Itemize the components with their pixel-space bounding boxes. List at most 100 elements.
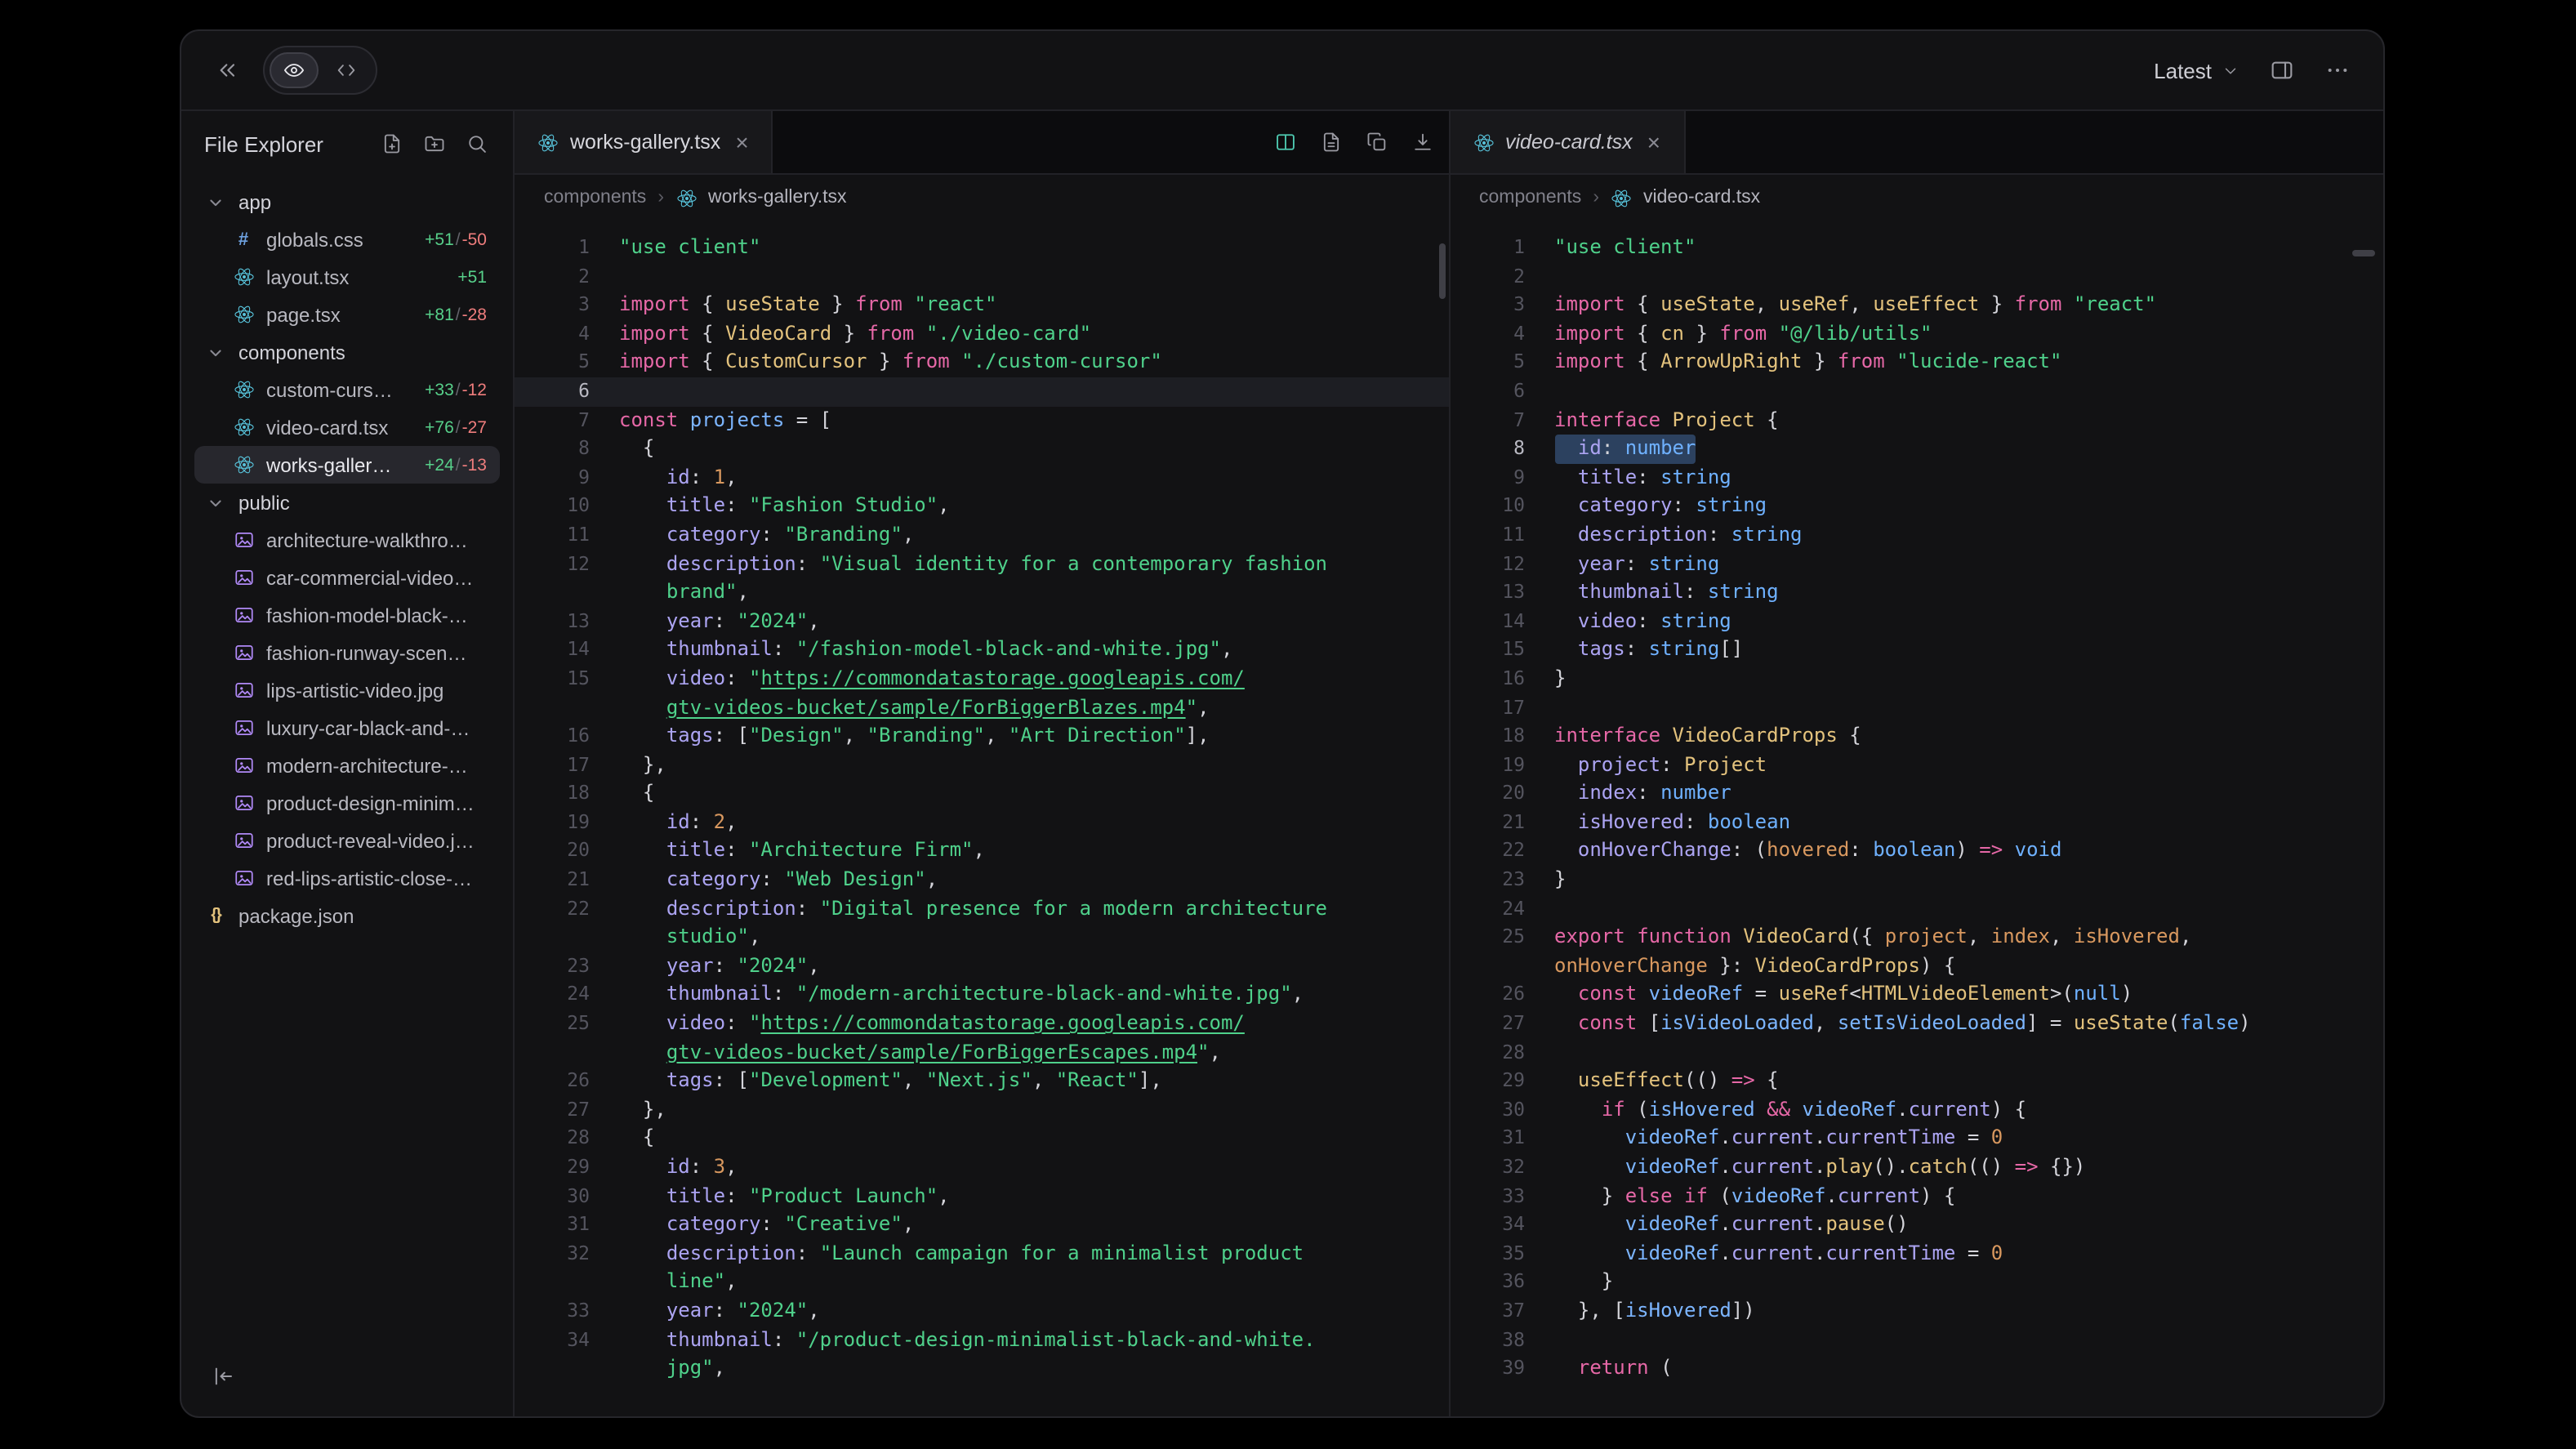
tree-item-car-commercial-video[interactable]: car-commercial-video… xyxy=(194,559,500,596)
tree-item-product-reveal-video-j[interactable]: product-reveal-video.j… xyxy=(194,822,500,859)
tree-item-architecture-walkthro[interactable]: architecture-walkthro… xyxy=(194,521,500,559)
code-line[interactable]: 15 video: "https://commondatastorage.goo… xyxy=(515,665,1448,693)
tree-item-page-tsx[interactable]: page.tsx+81/-28 xyxy=(194,296,500,333)
code-line[interactable]: gtv-videos-bucket/sample/ForBiggerBlazes… xyxy=(515,693,1448,722)
code-line[interactable]: 16 tags: ["Design", "Branding", "Art Dir… xyxy=(515,722,1448,751)
code-line[interactable]: 9 id: 1, xyxy=(515,464,1448,493)
tree-item-video-card-tsx[interactable]: video-card.tsx+76/-27 xyxy=(194,408,500,446)
code-line[interactable]: 22 onHoverChange: (hovered: boolean) => … xyxy=(1450,837,2383,866)
tree-item-luxury-car-black-and[interactable]: luxury-car-black-and-… xyxy=(194,709,500,747)
code-line[interactable]: 2 xyxy=(1450,262,2383,291)
code-line[interactable]: 17 }, xyxy=(515,751,1448,779)
code-line[interactable]: 22 description: "Digital presence for a … xyxy=(515,894,1448,923)
code-line[interactable]: 4import { VideoCard } from "./video-card… xyxy=(515,320,1448,349)
code-line[interactable]: 11 description: string xyxy=(1450,521,2383,550)
code-line[interactable]: 14 thumbnail: "/fashion-model-black-and-… xyxy=(515,636,1448,665)
tree-item-works-galler[interactable]: works-galler…+24/-13 xyxy=(194,446,500,484)
scrollbar-thumb[interactable] xyxy=(1438,243,1445,299)
code-line[interactable]: 26 const videoRef = useRef<HTMLVideoElem… xyxy=(1450,981,2383,1010)
code-line[interactable]: brand", xyxy=(515,578,1448,607)
code-line[interactable]: 24 xyxy=(1450,894,2383,923)
code-line[interactable]: line", xyxy=(515,1268,1448,1297)
tree-item-layout-tsx[interactable]: layout.tsx+51 xyxy=(194,258,500,296)
preview-eye-button[interactable] xyxy=(270,52,319,88)
code-line[interactable]: 31 videoRef.current.currentTime = 0 xyxy=(1450,1125,2383,1153)
file-diff-icon[interactable] xyxy=(1311,123,1350,162)
code-line[interactable]: 27 }, xyxy=(515,1096,1448,1125)
code-line[interactable]: 3import { useState } from "react" xyxy=(515,291,1448,319)
code-line[interactable]: 31 category: "Creative", xyxy=(515,1210,1448,1239)
code-line[interactable]: 6 xyxy=(1450,377,2383,406)
code-line[interactable]: onHoverChange }: VideoCardProps) { xyxy=(1450,952,2383,981)
code-line[interactable]: 15 tags: string[] xyxy=(1450,636,2383,665)
code-line[interactable]: 13 year: "2024", xyxy=(515,607,1448,635)
code-line[interactable]: 26 tags: ["Development", "Next.js", "Rea… xyxy=(515,1067,1448,1095)
new-folder-button[interactable] xyxy=(415,124,454,163)
tree-item-modern-architecture[interactable]: modern-architecture-… xyxy=(194,747,500,784)
code-line[interactable]: 18interface VideoCardProps { xyxy=(1450,722,2383,751)
code-line[interactable]: 7interface Project { xyxy=(1450,406,2383,435)
code-line[interactable]: 14 video: string xyxy=(1450,607,2383,635)
code-line[interactable]: 37 }, [isHovered]) xyxy=(1450,1297,2383,1326)
code-line[interactable]: 2 xyxy=(515,262,1448,291)
code-line[interactable]: 27 const [isVideoLoaded, setIsVideoLoade… xyxy=(1450,1010,2383,1038)
code-line[interactable]: 29 id: 3, xyxy=(515,1153,1448,1182)
code-line[interactable]: 10 category: string xyxy=(1450,493,2383,521)
code-line[interactable]: gtv-videos-bucket/sample/ForBiggerEscape… xyxy=(515,1038,1448,1067)
code-line[interactable]: jpg", xyxy=(515,1354,1448,1383)
code-line[interactable]: 20 index: number xyxy=(1450,780,2383,809)
code-line[interactable]: 32 description: "Launch campaign for a m… xyxy=(515,1240,1448,1268)
code-editor[interactable]: 1"use client"23import { useState } from … xyxy=(515,221,1448,1416)
collapse-left-panel-button[interactable] xyxy=(207,51,247,90)
code-line[interactable]: 18 { xyxy=(515,780,1448,809)
code-line[interactable]: 13 thumbnail: string xyxy=(1450,578,2383,607)
scrollbar-thumb[interactable] xyxy=(2352,250,2375,256)
code-line[interactable]: 10 title: "Fashion Studio", xyxy=(515,493,1448,521)
tree-item-fashion-model-black[interactable]: fashion-model-black-… xyxy=(194,596,500,634)
code-line[interactable]: 39 return ( xyxy=(1450,1354,2383,1383)
code-line[interactable]: 11 category: "Branding", xyxy=(515,521,1448,550)
breadcrumb-folder[interactable]: components xyxy=(1479,188,1581,207)
code-line[interactable]: 23 year: "2024", xyxy=(515,952,1448,981)
code-line[interactable]: 1"use client" xyxy=(1450,234,2383,262)
split-editor-icon[interactable] xyxy=(1265,123,1304,162)
code-line[interactable]: 23} xyxy=(1450,866,2383,894)
tree-item-lips-artistic-video-jpg[interactable]: lips-artistic-video.jpg xyxy=(194,671,500,709)
code-line[interactable]: 30 title: "Product Launch", xyxy=(515,1182,1448,1210)
code-line[interactable]: 30 if (isHovered && videoRef.current) { xyxy=(1450,1096,2383,1125)
tab-video-card-tsx[interactable]: video-card.tsx× xyxy=(1450,111,1685,173)
code-line[interactable]: 19 project: Project xyxy=(1450,751,2383,779)
code-line[interactable]: 12 description: "Visual identity for a c… xyxy=(515,550,1448,578)
code-line[interactable]: 4import { cn } from "@/lib/utils" xyxy=(1450,320,2383,349)
code-line[interactable]: 33 } else if (videoRef.current) { xyxy=(1450,1182,2383,1210)
collapse-sidebar-button[interactable] xyxy=(201,1358,243,1400)
close-tab-icon[interactable]: × xyxy=(735,131,748,154)
code-line[interactable]: 34 thumbnail: "/product-design-minimalis… xyxy=(515,1326,1448,1354)
code-line[interactable]: 38 xyxy=(1450,1326,2383,1354)
code-line[interactable]: 28 xyxy=(1450,1038,2383,1067)
code-line[interactable]: 6 xyxy=(515,377,1448,406)
code-line[interactable]: 12 year: string xyxy=(1450,550,2383,578)
download-icon[interactable] xyxy=(1402,123,1442,162)
code-line[interactable]: studio", xyxy=(515,924,1448,952)
code-line[interactable]: 33 year: "2024", xyxy=(515,1297,1448,1326)
code-line[interactable]: 19 id: 2, xyxy=(515,809,1448,837)
code-line[interactable]: 16} xyxy=(1450,665,2383,693)
code-line[interactable]: 20 title: "Architecture Firm", xyxy=(515,837,1448,866)
code-line[interactable]: 21 category: "Web Design", xyxy=(515,866,1448,894)
tree-item-package-json[interactable]: {}package.json xyxy=(194,897,500,934)
code-line[interactable]: 17 xyxy=(1450,693,2383,722)
new-file-button[interactable] xyxy=(372,124,412,163)
breadcrumb-file[interactable]: video-card.tsx xyxy=(1643,188,1760,207)
code-line[interactable]: 34 videoRef.current.pause() xyxy=(1450,1210,2383,1239)
code-line[interactable]: 21 isHovered: boolean xyxy=(1450,809,2383,837)
tree-item-public[interactable]: public xyxy=(194,484,500,521)
code-line[interactable]: 1"use client" xyxy=(515,234,1448,262)
tab-works-gallery-tsx[interactable]: works-gallery.tsx× xyxy=(515,111,773,173)
tree-item-product-design-minim[interactable]: product-design-minim… xyxy=(194,784,500,822)
code-line[interactable]: 25export function VideoCard({ project, i… xyxy=(1450,924,2383,952)
code-line[interactable]: 32 videoRef.current.play().catch(() => {… xyxy=(1450,1153,2383,1182)
more-options-button[interactable] xyxy=(2318,51,2357,90)
tree-item-globals-css[interactable]: #globals.css+51/-50 xyxy=(194,221,500,258)
code-line[interactable]: 25 video: "https://commondatastorage.goo… xyxy=(515,1010,1448,1038)
